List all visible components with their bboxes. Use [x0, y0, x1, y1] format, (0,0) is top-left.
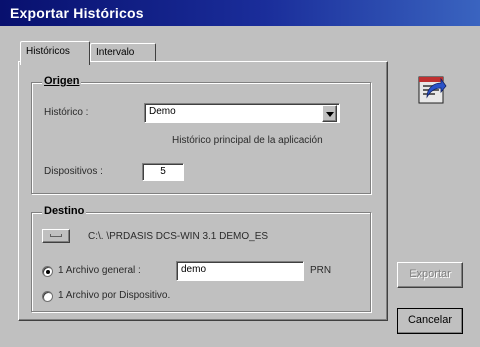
dispositivos-field: 5 [142, 163, 184, 181]
dispositivos-value: 5 [160, 166, 166, 177]
historico-select-value: Demo [149, 106, 176, 117]
tab-historicos-label: Históricos [26, 46, 70, 57]
archivo-general-value: demo [181, 264, 207, 275]
export-dialog: Exportar Históricos Históricos Intervalo… [0, 0, 480, 347]
radio-archivo-general[interactable] [42, 266, 53, 277]
export-data-icon [417, 75, 447, 105]
archivo-general-label: 1 Archivo general : [58, 265, 141, 276]
origen-group: Origen Histórico : Demo Histórico princi… [31, 75, 371, 194]
origen-group-label: Origen [42, 75, 82, 87]
historico-label: Histórico : [44, 107, 89, 118]
historico-dropdown-button[interactable] [322, 105, 337, 122]
destino-group: Destino C:\. \PRDASIS DCS-WIN 3.1 DEMO_E… [31, 205, 371, 312]
tab-intervalo[interactable]: Intervalo [90, 43, 156, 62]
destino-path: C:\. \PRDASIS DCS-WIN 3.1 DEMO_ES [88, 231, 269, 242]
folder-button-icon [50, 234, 62, 237]
chevron-down-icon [326, 112, 334, 117]
historico-select[interactable]: Demo [144, 103, 340, 123]
radio-archivo-por-dispositivo[interactable] [42, 291, 53, 302]
export-button[interactable]: Exportar [397, 262, 463, 288]
tab-intervalo-label: Intervalo [96, 47, 135, 58]
window-title: Exportar Históricos [10, 5, 144, 21]
archivo-general-extension: PRN [310, 265, 332, 276]
tab-panel: Origen Histórico : Demo Histórico princi… [18, 61, 388, 321]
cancel-button[interactable]: Cancelar [397, 308, 463, 334]
export-button-label: Exportar [409, 268, 451, 280]
cancel-button-label: Cancelar [407, 314, 453, 326]
archivo-general-input[interactable]: demo [176, 261, 304, 281]
folder-browse-button[interactable] [42, 229, 70, 243]
historico-description: Histórico principal de la aplicación [172, 135, 323, 146]
tab-historicos[interactable]: Históricos [20, 41, 90, 65]
dispositivos-label: Dispositivos : [44, 166, 103, 177]
archivo-por-dispositivo-label: 1 Archivo por Dispositivo. [58, 290, 171, 301]
title-bar: Exportar Históricos [0, 0, 480, 26]
destino-group-label: Destino [42, 205, 87, 217]
